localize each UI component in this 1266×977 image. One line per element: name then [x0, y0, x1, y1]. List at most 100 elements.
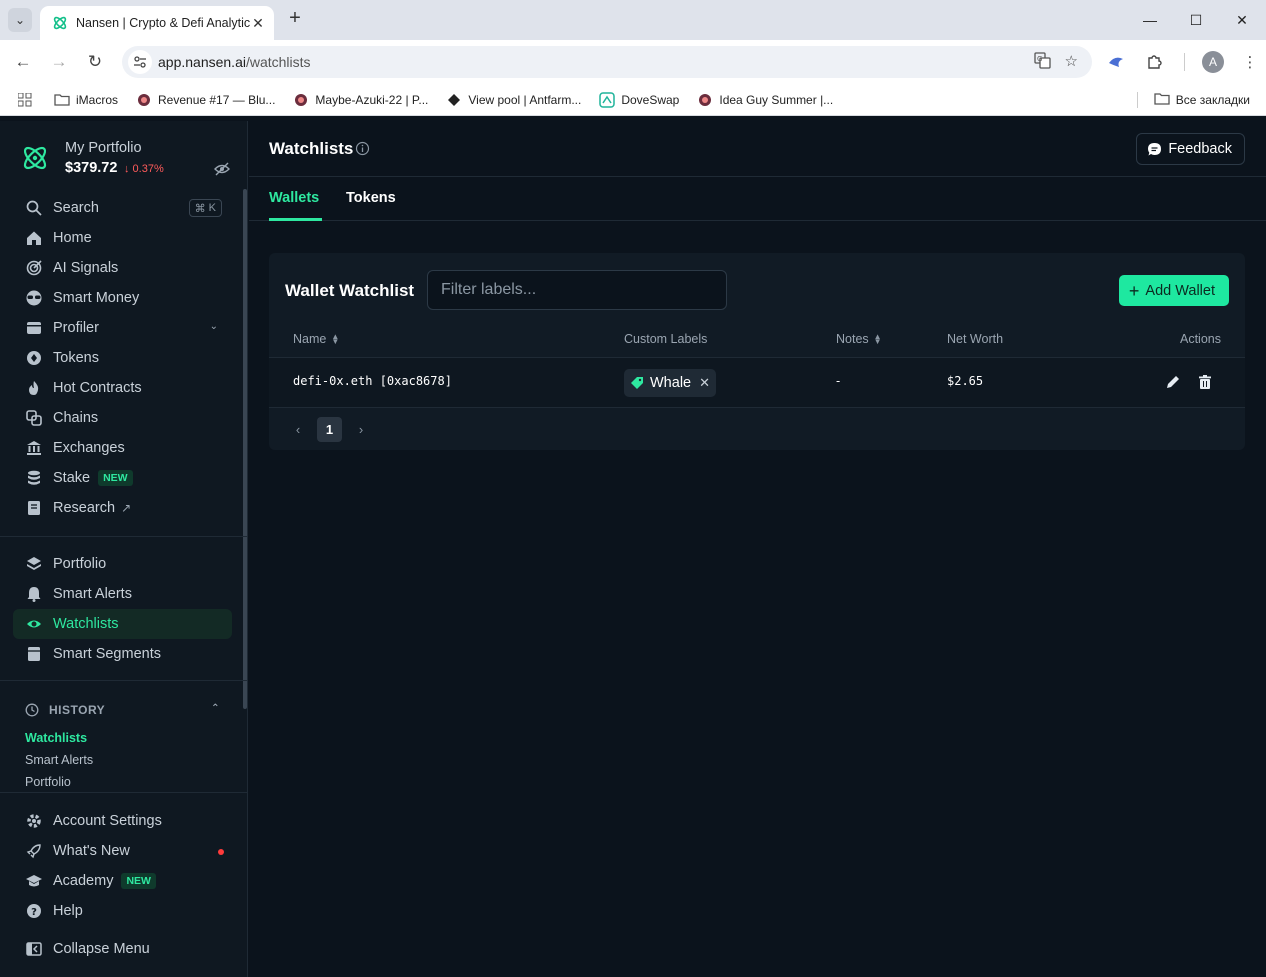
sidebar-item-account-settings[interactable]: Account Settings [13, 806, 232, 836]
custom-label-chip[interactable]: Whale ✕ [624, 369, 717, 397]
tab-close-icon[interactable]: ✕ [250, 15, 266, 32]
add-wallet-button[interactable]: + Add Wallet [1118, 275, 1229, 306]
apps-grid-icon[interactable] [18, 92, 32, 107]
sort-icon: ▲ ▼ [331, 332, 340, 346]
sidebar-scrollbar[interactable] [243, 189, 247, 709]
remove-label-icon[interactable]: ✕ [699, 375, 710, 391]
wallet-notes: - [836, 374, 841, 388]
sidebar-item-ai-signals[interactable]: AI Signals [13, 253, 232, 283]
folder-icon [54, 92, 70, 108]
svg-text:G: G [1037, 55, 1042, 63]
chevron-left-icon[interactable]: ‹ [289, 422, 307, 437]
all-bookmarks[interactable]: Все закладки [1136, 92, 1250, 108]
portfolio-change: ↓ 0.37% [124, 163, 164, 175]
bookmark-item[interactable]: View pool | Antfarm... [446, 92, 581, 108]
bookmark-item[interactable]: DoveSwap [599, 91, 679, 108]
bottom-nav: Account Settings What's New Academy NEW … [13, 806, 232, 964]
chevron-right-icon[interactable]: › [352, 422, 370, 437]
reload-icon[interactable]: ↻ [83, 50, 107, 74]
history-item-portfolio[interactable]: Portfolio [25, 775, 71, 789]
chrome-menu-icon[interactable]: ⋮ [1238, 50, 1262, 74]
search-shortcut: ⌘ K [188, 199, 222, 217]
sidebar-item-exchanges[interactable]: Exchanges [13, 433, 232, 463]
site-icon [293, 92, 309, 108]
column-header-notes[interactable]: Notes ▲ ▼ [836, 332, 882, 346]
sidebar-item-smart-money[interactable]: Smart Money [13, 283, 232, 313]
chevron-up-icon[interactable]: ⌃ [211, 703, 220, 714]
new-badge: NEW [98, 470, 133, 486]
sidebar-item-collapse-menu[interactable]: Collapse Menu [13, 934, 232, 964]
browser-tab[interactable]: Nansen | Crypto & Defi Analytic ✕ [40, 6, 274, 40]
site-icon [697, 92, 713, 108]
info-icon[interactable] [355, 141, 370, 156]
tab-search-dropdown[interactable]: ⌄ [8, 8, 32, 32]
forward-icon[interactable]: → [47, 50, 71, 74]
chevron-down-icon[interactable]: ⌄ [210, 321, 218, 332]
sidebar-item-portfolio[interactable]: Portfolio [13, 549, 232, 579]
window-close-icon[interactable]: ✕ [1232, 10, 1252, 30]
graduation-cap-icon [25, 872, 43, 890]
sidebar-item-smart-segments[interactable]: Smart Segments [13, 639, 232, 669]
sidebar-item-hot-contracts[interactable]: Hot Contracts [13, 373, 232, 403]
column-header-net-worth: Net Worth [947, 332, 1004, 346]
feedback-button[interactable]: Feedback [1136, 133, 1245, 165]
omnibox[interactable]: app.nansen.ai/watchlists G ☆ [122, 46, 1092, 78]
tag-icon [631, 377, 643, 389]
table-row[interactable]: defi-0x.eth [0xac8678] Whale ✕ - $2.65 [269, 358, 1245, 407]
table-divider [269, 407, 1245, 408]
history-item-watchlists[interactable]: Watchlists [25, 731, 87, 745]
portfolio-summary[interactable]: My Portfolio $379.72 ↓ 0.37% [20, 139, 230, 183]
tab-tokens[interactable]: Tokens [346, 190, 396, 206]
maximize-icon[interactable]: ☐ [1186, 10, 1206, 30]
sidebar-item-smart-alerts[interactable]: Smart Alerts [13, 579, 232, 609]
edit-pencil-icon[interactable] [1165, 374, 1181, 390]
wallet-net-worth: $2.65 [947, 374, 984, 388]
bookmark-item[interactable]: Idea Guy Summer |... [697, 92, 833, 108]
sidebar-item-chains[interactable]: Chains [13, 403, 232, 433]
extensions-puzzle-icon[interactable] [1142, 50, 1166, 74]
new-badge: NEW [121, 873, 156, 889]
extension-bird-icon[interactable] [1104, 50, 1128, 74]
sidebar-item-help[interactable]: ? Help [13, 896, 232, 926]
minimize-icon[interactable]: — [1140, 10, 1160, 30]
sidebar-item-whats-new[interactable]: What's New [13, 836, 232, 866]
portfolio-title: My Portfolio [65, 140, 142, 156]
bookmark-item[interactable]: iMacros [54, 92, 118, 108]
delete-trash-icon[interactable] [1197, 374, 1213, 390]
wallet-name[interactable]: defi-0x.eth [0xac8678] [293, 374, 452, 388]
tab-wallets[interactable]: Wallets [269, 190, 319, 206]
watchlist-tabs: Wallets Tokens [249, 177, 1266, 221]
sidebar-item-stake[interactable]: Stake NEW [13, 463, 232, 493]
stake-icon [25, 469, 43, 487]
history-item-smart-alerts[interactable]: Smart Alerts [25, 753, 93, 767]
bookmark-item[interactable]: Maybe-Azuki-22 | P... [293, 92, 428, 108]
sidebar-item-home[interactable]: Home [13, 223, 232, 253]
history-header[interactable]: HISTORY ⌃ [25, 703, 225, 717]
page-number[interactable]: 1 [317, 417, 342, 442]
column-header-name[interactable]: Name ▲ ▼ [293, 332, 339, 346]
hide-balance-icon[interactable] [214, 161, 230, 177]
sidebar-item-research[interactable]: Research ↗ [13, 493, 232, 523]
chat-bubble-icon [1148, 142, 1162, 155]
sidebar-item-watchlists[interactable]: Watchlists [13, 609, 232, 639]
sidebar-divider [0, 792, 247, 793]
new-tab-button[interactable]: + [284, 8, 306, 30]
token-icon [25, 349, 43, 367]
sidebar-item-profiler[interactable]: Profiler ⌄ [13, 313, 232, 343]
sidebar-divider [0, 680, 247, 681]
bookmark-star-icon[interactable]: ☆ [1065, 52, 1078, 73]
bookmark-item[interactable]: Revenue #17 — Blu... [136, 92, 275, 108]
nansen-favicon-icon [53, 16, 67, 30]
sidebar-item-tokens[interactable]: Tokens [13, 343, 232, 373]
profile-avatar[interactable]: A [1202, 51, 1224, 73]
site-info-icon[interactable] [128, 50, 152, 74]
column-header-actions: Actions [1180, 332, 1221, 346]
translate-icon[interactable]: G [1033, 52, 1051, 73]
sidebar-item-academy[interactable]: Academy NEW [13, 866, 232, 896]
filter-labels-input[interactable] [427, 270, 727, 310]
bell-icon [25, 585, 43, 603]
history-icon [25, 703, 39, 717]
collapse-icon [25, 940, 43, 958]
search-nav-item[interactable]: Search ⌘ K [13, 193, 232, 223]
back-icon[interactable]: ← [11, 50, 35, 74]
